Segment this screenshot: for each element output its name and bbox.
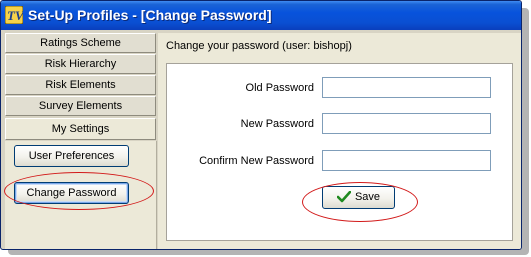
old-password-label: Old Password xyxy=(245,82,314,94)
my-settings-panel: User Preferences Change Password xyxy=(5,141,157,249)
user-preferences-button[interactable]: User Preferences xyxy=(14,145,129,167)
window-title: Set-Up Profiles - [Change Password] xyxy=(28,7,272,23)
old-password-input[interactable] xyxy=(322,77,491,98)
set-up-profiles-window: TV Set-Up Profiles - [Change Password] R… xyxy=(0,0,522,250)
change-password-button[interactable]: Change Password xyxy=(14,182,129,204)
page-heading: Change your password (user: bishopj) xyxy=(166,40,352,52)
change-password-panel: Change your password (user: bishopj) Old… xyxy=(158,33,521,249)
save-label: Save xyxy=(354,191,381,203)
nav-tab-survey-elements[interactable]: Survey Elements xyxy=(5,96,156,116)
left-navigation: Ratings Scheme Risk Hierarchy Risk Eleme… xyxy=(5,33,157,249)
password-form: Old Password New Password Confirm New Pa… xyxy=(166,63,513,241)
tv-logo-icon: TV xyxy=(5,6,23,24)
confirm-password-label: Confirm New Password xyxy=(199,155,314,167)
checkmark-icon xyxy=(336,191,351,203)
nav-tab-risk-elements[interactable]: Risk Elements xyxy=(5,75,156,95)
nav-tab-risk-hierarchy[interactable]: Risk Hierarchy xyxy=(5,54,156,74)
save-button[interactable]: Save xyxy=(322,186,395,209)
svg-text:TV: TV xyxy=(7,8,23,23)
confirm-password-input[interactable] xyxy=(322,150,491,171)
title-bar[interactable]: TV Set-Up Profiles - [Change Password] xyxy=(1,1,521,30)
nav-tab-my-settings[interactable]: My Settings xyxy=(5,118,156,140)
new-password-label: New Password xyxy=(240,118,314,130)
nav-tab-ratings-scheme[interactable]: Ratings Scheme xyxy=(5,33,156,53)
new-password-input[interactable] xyxy=(322,113,491,134)
